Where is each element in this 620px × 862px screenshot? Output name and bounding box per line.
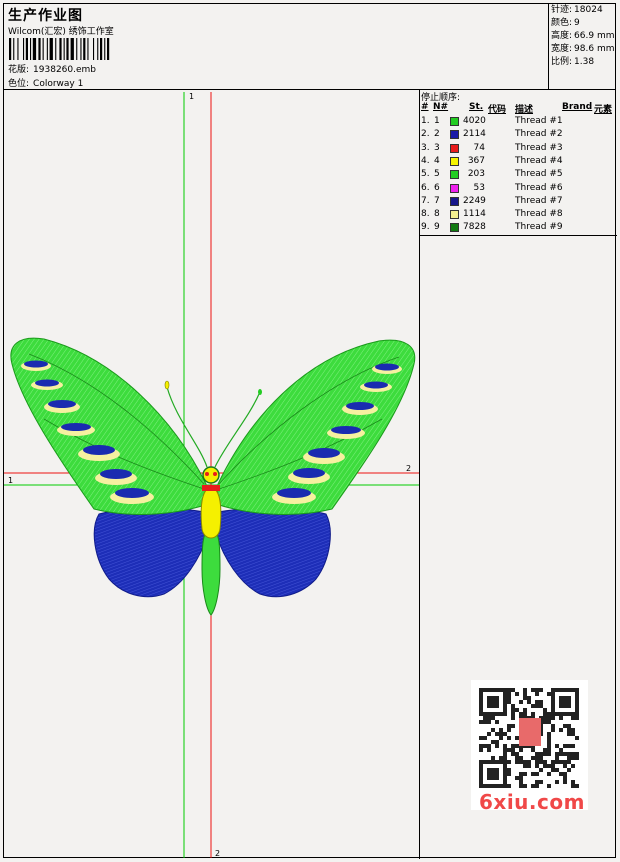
- table-row: 5. 5 203 Thread #5: [419, 168, 617, 181]
- row-stitches: 4020: [463, 116, 486, 126]
- thread-color-swatch: [450, 130, 459, 140]
- row-description: Thread #1: [515, 116, 563, 126]
- company-name: Wilcom(汇宏) 绣饰工作室: [8, 27, 114, 37]
- stop-sequence-table: 停止顺序: # N# St. 代码 描述 Brand 元素 1. 1 4020 Thr…: [419, 89, 617, 236]
- col-element: 元素: [594, 105, 613, 115]
- row-description: Thread #3: [515, 142, 563, 153]
- row-stitches: 203: [467, 169, 485, 180]
- col-stitches: St.: [469, 102, 484, 112]
- colorway-line: 色位: Colorway 1: [8, 76, 83, 89]
- col-code: 代码: [488, 105, 507, 115]
- thread-color-swatch: [450, 117, 459, 126]
- design-value: 1938260.emb: [33, 65, 97, 75]
- col-brand: Brand: [562, 102, 593, 112]
- row-number: 4: [434, 155, 440, 166]
- row-description: Thread #8: [515, 209, 563, 220]
- row-number: 7: [434, 195, 440, 206]
- row-number: 6: [434, 182, 440, 193]
- stat-scale: 比例: 1.38: [551, 57, 595, 67]
- table-row: 2. 2 2114 Thread #2: [419, 128, 617, 141]
- row-number: 3: [434, 142, 440, 153]
- col-num: N#: [433, 102, 449, 112]
- left-lower-wing: [93, 507, 209, 598]
- stat-colors: 颜色: 9: [551, 18, 580, 28]
- row-description: Thread #7: [515, 195, 563, 206]
- design-label: 花版:: [8, 65, 30, 75]
- row-index: 7.: [421, 195, 430, 206]
- row-number: 8: [434, 209, 440, 220]
- qr-center-logo: [519, 718, 541, 746]
- butterfly-abdomen: [201, 528, 221, 616]
- row-stitches: 7828: [463, 222, 486, 233]
- col-description: 描述: [515, 105, 534, 115]
- row-number: 9: [434, 222, 440, 233]
- left-eye: [205, 472, 209, 476]
- design-line: 花版: 1938260.emb: [8, 62, 96, 75]
- row-description: Thread #5: [515, 169, 563, 180]
- row-stitches: 53: [473, 182, 485, 193]
- row-index: 3.: [421, 142, 430, 153]
- butterfly-design: [4, 92, 419, 858]
- row-index: 2.: [421, 129, 430, 140]
- axis-label-bottom: 2: [215, 849, 221, 858]
- row-description: Thread #9: [515, 222, 563, 233]
- row-stitches: 74: [473, 142, 485, 153]
- table-row: 7. 7 2249 Thread #7: [419, 195, 617, 208]
- stat-height: 高度: 66.9 mm: [551, 31, 615, 41]
- butterfly-collar: [202, 485, 220, 491]
- worksheet-frame: 生产作业图 Wilcom(汇宏) 绣饰工作室 花版: 1938260.emb 色位…: [3, 3, 617, 859]
- right-antenna-tip: [258, 389, 262, 395]
- thread-color-swatch: [450, 223, 459, 233]
- table-row: 8. 8 1114 Thread #8: [419, 208, 617, 221]
- axis-label-left: 1: [8, 476, 14, 485]
- thread-color-swatch: [450, 183, 459, 193]
- colorway-value: Colorway 1: [33, 79, 84, 89]
- thread-color-swatch: [450, 156, 459, 166]
- table-row: 6. 6 53 Thread #6: [419, 182, 617, 195]
- table-row: 3. 3 74 Thread #3: [419, 142, 617, 155]
- row-index: 4.: [421, 155, 430, 166]
- colorway-label: 色位:: [8, 79, 30, 89]
- axis-label-right: 2: [406, 464, 412, 473]
- row-index: 8.: [421, 209, 430, 220]
- row-index: 1.: [421, 116, 430, 126]
- axis-label-top: 1: [189, 92, 195, 101]
- stat-stitches: 针迹: 18024: [551, 5, 603, 15]
- barcode: [9, 38, 110, 60]
- right-eye: [213, 472, 217, 476]
- stat-width: 宽度: 98.6 mm: [551, 44, 615, 54]
- thread-color-swatch: [450, 170, 459, 180]
- right-lower-wing: [215, 507, 331, 598]
- row-index: 6.: [421, 182, 430, 193]
- thread-color-swatch: [450, 196, 459, 206]
- butterfly-thorax: [200, 486, 222, 539]
- thread-color-swatch: [450, 143, 459, 153]
- row-number: 2: [434, 129, 440, 140]
- row-stitches: 2249: [463, 195, 486, 206]
- row-description: Thread #4: [515, 155, 563, 166]
- design-stats: 针迹: 18024 颜色: 9 高度: 66.9 mm 宽度: 98.6 mm 比例: 1…: [549, 4, 617, 69]
- row-number: 5: [434, 169, 440, 180]
- table-row: 4. 4 367 Thread #4: [419, 155, 617, 168]
- row-description: Thread #6: [515, 182, 563, 193]
- table-row: 1. 1 4020 Thread #1: [419, 115, 617, 128]
- thread-color-swatch: [450, 210, 459, 220]
- row-number: 1: [434, 116, 440, 126]
- col-hash: #: [421, 102, 429, 112]
- left-antenna-tip: [164, 380, 170, 390]
- row-stitches: 367: [467, 155, 485, 166]
- row-stitches: 1114: [463, 209, 486, 220]
- page-title: 生产作业图: [8, 8, 83, 24]
- row-description: Thread #2: [515, 129, 563, 140]
- row-index: 9.: [421, 222, 430, 233]
- watermark-text: 6xiu.com: [479, 790, 585, 814]
- design-canvas: 1 1 2 2: [4, 89, 419, 858]
- row-stitches: 2114: [463, 129, 486, 140]
- table-row: 9. 9 7828 Thread #9: [419, 221, 617, 234]
- row-index: 5.: [421, 169, 430, 180]
